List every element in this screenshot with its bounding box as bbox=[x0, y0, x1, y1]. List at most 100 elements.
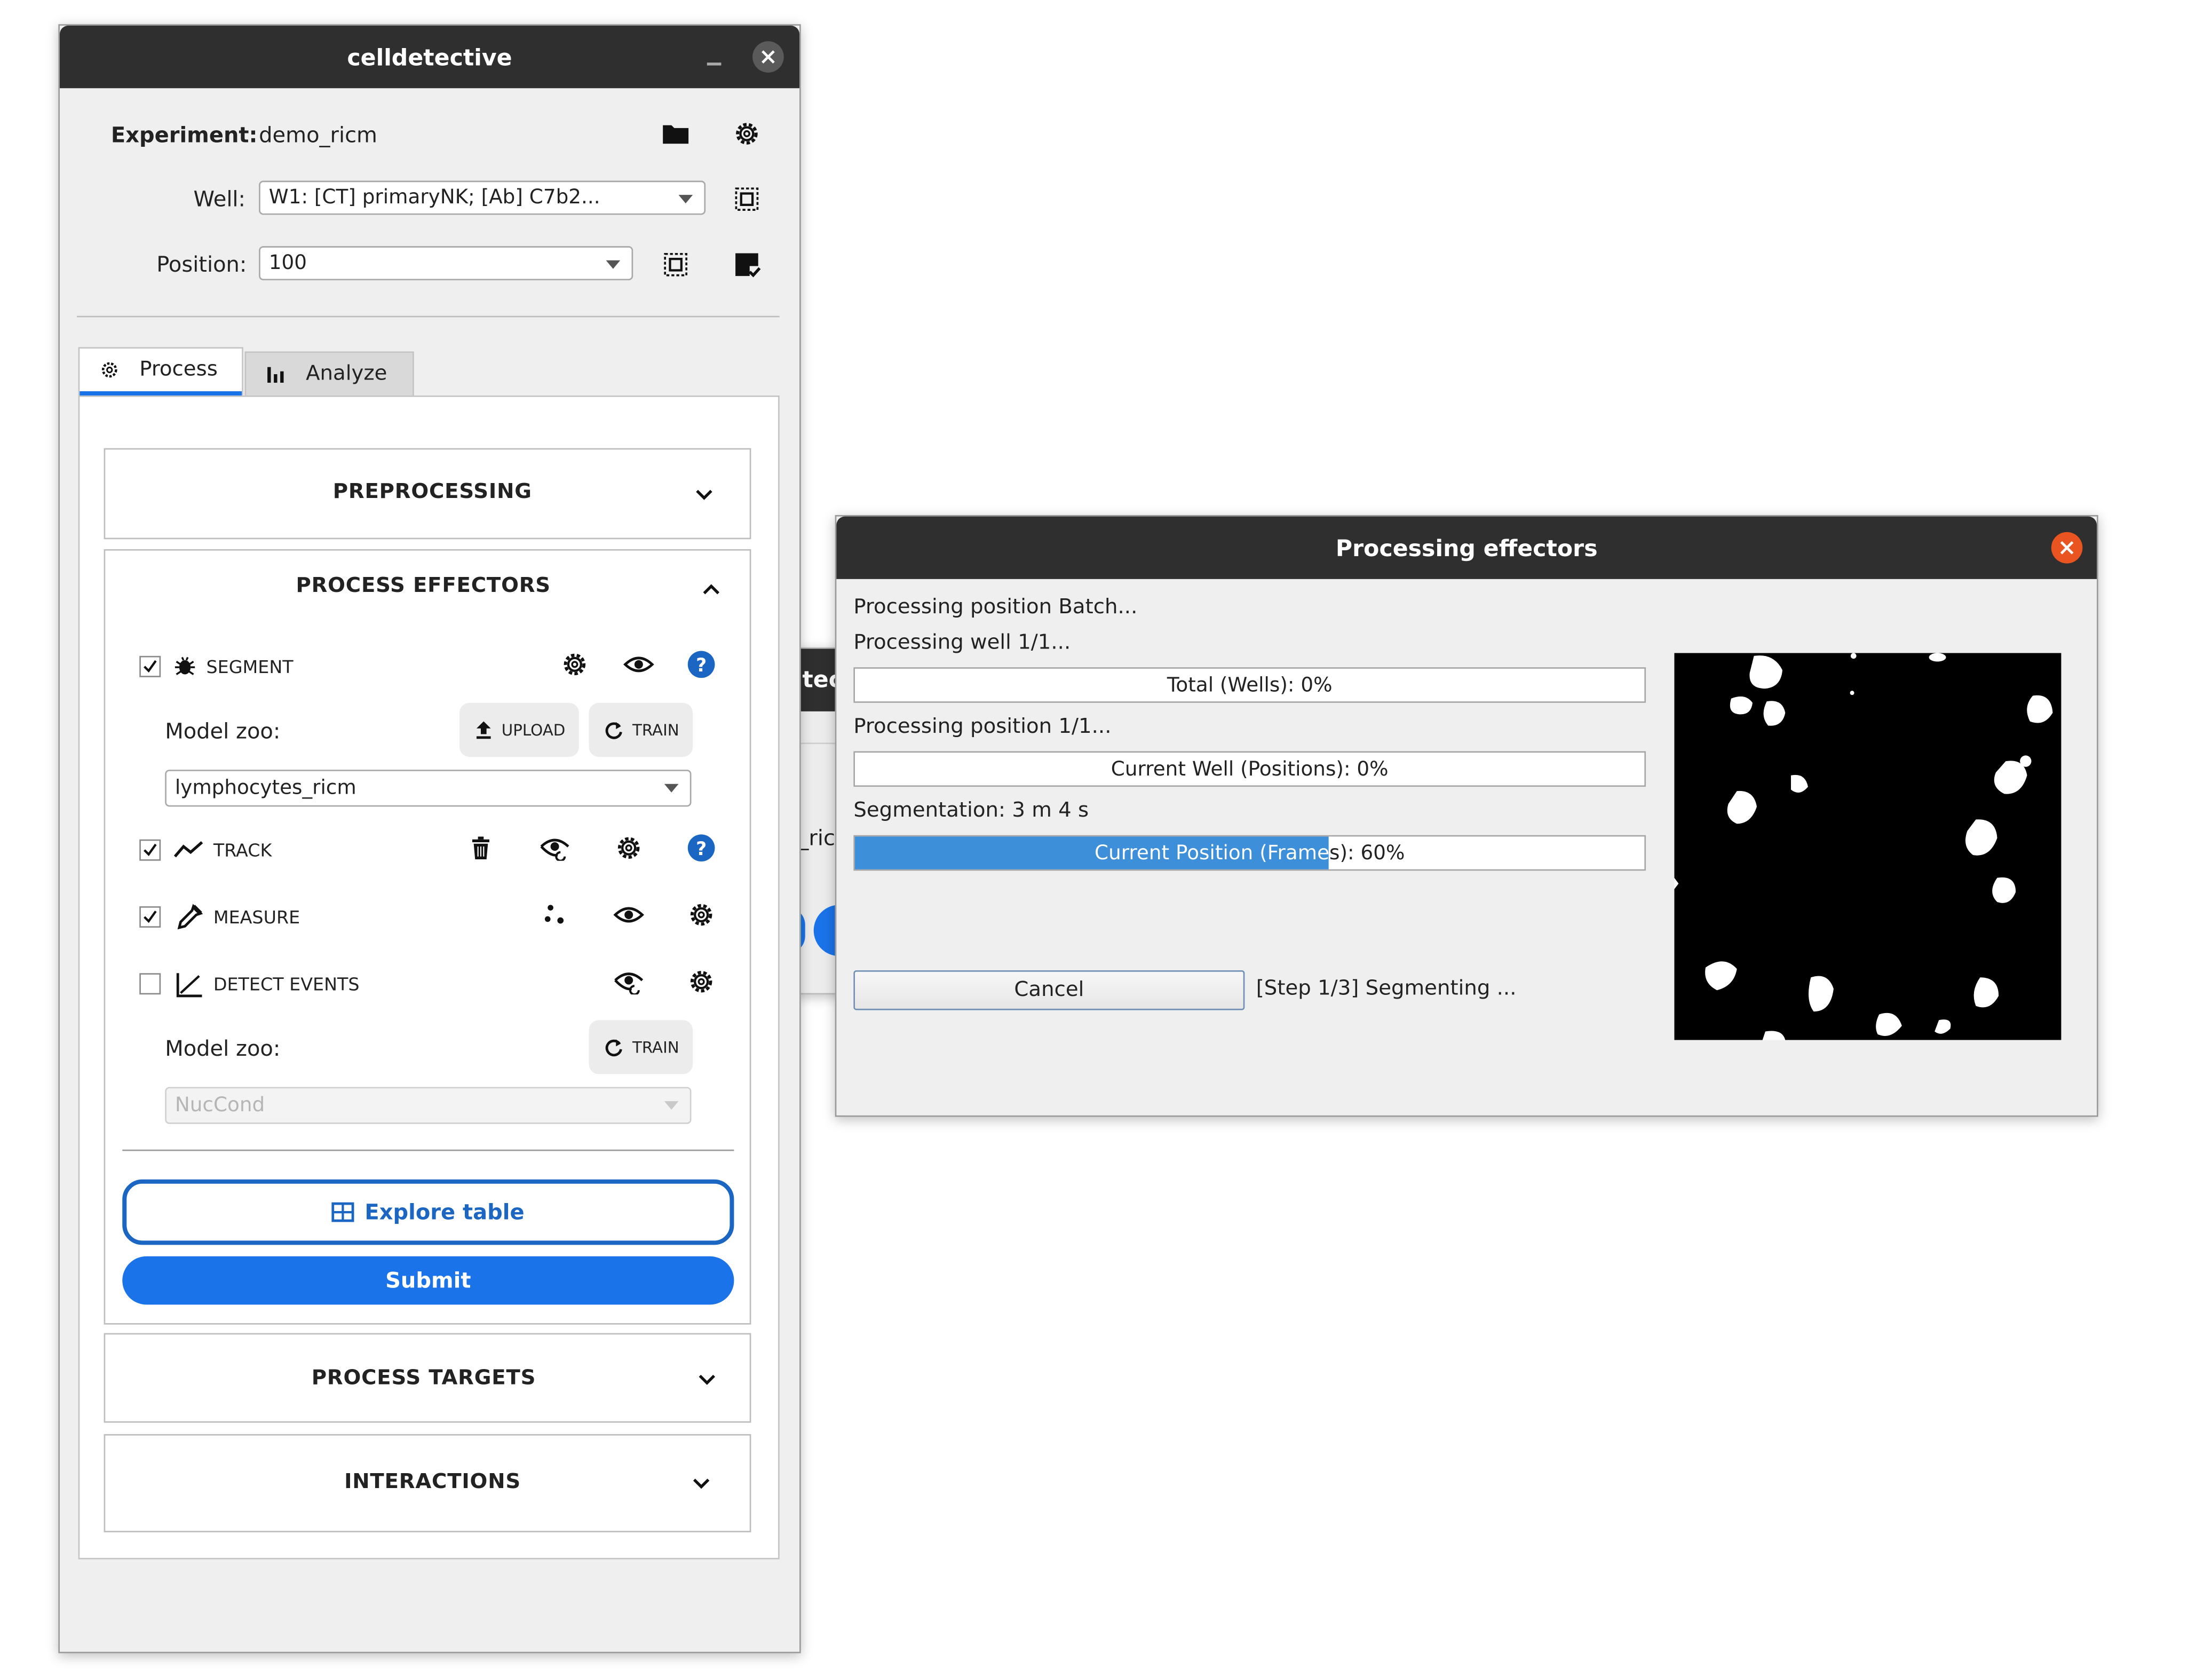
interactions-section[interactable]: INTERACTIONS bbox=[104, 1434, 751, 1532]
bar-chart-icon bbox=[267, 367, 284, 383]
effectors-divider bbox=[122, 1149, 734, 1151]
trash-icon bbox=[472, 836, 489, 859]
interactions-title: INTERACTIONS bbox=[344, 1471, 521, 1494]
chevron-up-icon[interactable] bbox=[701, 582, 721, 596]
detect-events-view-button[interactable] bbox=[611, 963, 647, 1000]
main-window-title: celldetective bbox=[347, 43, 512, 70]
segment-checkbox[interactable] bbox=[139, 655, 161, 677]
process-effectors-title: PROCESS EFFECTORS bbox=[296, 574, 551, 598]
detect-events-settings-button[interactable] bbox=[683, 963, 719, 1000]
close-button[interactable] bbox=[752, 41, 784, 73]
cancel-button[interactable]: Cancel bbox=[853, 970, 1245, 1010]
close-icon bbox=[762, 50, 775, 64]
measure-settings-button[interactable] bbox=[683, 896, 719, 933]
segment-model-zoo-label: Model zoo: bbox=[165, 718, 281, 745]
submit-button[interactable]: Submit bbox=[122, 1256, 734, 1305]
current-well-progress-label: Current Well (Positions): 0% bbox=[1111, 757, 1389, 781]
segment-model-select[interactable]: lymphocytes_ricm bbox=[165, 770, 692, 807]
progress-dialog-titlebar: Processing effectors bbox=[836, 516, 2097, 579]
gear-icon bbox=[101, 362, 117, 378]
open-folder-button[interactable] bbox=[657, 115, 694, 152]
tab-process-label: Process bbox=[139, 358, 218, 382]
current-well-progress: Current Well (Positions): 0% bbox=[853, 751, 1646, 787]
checkmark-icon bbox=[144, 660, 157, 673]
step-status-text: [Step 1/3] Segmenting ... bbox=[1256, 977, 1517, 1000]
track-view-button[interactable] bbox=[536, 829, 573, 866]
well-select-all-button[interactable] bbox=[728, 181, 765, 218]
position-select[interactable]: 100 bbox=[259, 246, 633, 281]
train-events-label: TRAIN bbox=[632, 1038, 679, 1057]
well-select-value: W1: [CT] primaryNK; [Ab] C7b2... bbox=[268, 186, 600, 209]
measure-view-button[interactable] bbox=[611, 896, 647, 933]
gear-icon bbox=[690, 971, 712, 993]
segment-settings-button[interactable] bbox=[556, 646, 593, 683]
process-targets-title: PROCESS TARGETS bbox=[311, 1367, 536, 1390]
tab-analyze-label: Analyze bbox=[306, 362, 387, 386]
tab-analyze[interactable]: Analyze bbox=[244, 351, 414, 397]
segment-label: SEGMENT bbox=[206, 655, 294, 677]
track-help-button[interactable]: ? bbox=[683, 829, 719, 866]
redo-icon bbox=[605, 1038, 622, 1056]
events-model-zoo-label: Model zoo: bbox=[165, 1035, 281, 1062]
main-window-titlebar: celldetective bbox=[59, 25, 800, 89]
cancel-label: Cancel bbox=[1014, 978, 1084, 1002]
close-icon bbox=[2060, 541, 2074, 555]
upload-label: UPLOAD bbox=[501, 721, 566, 739]
experiment-value: demo_ricm bbox=[259, 122, 378, 148]
position-label: Position: bbox=[156, 251, 247, 278]
process-targets-section[interactable]: PROCESS TARGETS bbox=[104, 1333, 751, 1423]
track-settings-button[interactable] bbox=[611, 829, 647, 866]
events-model-select: NucCond bbox=[165, 1087, 692, 1124]
segment-help-button[interactable]: ? bbox=[683, 646, 719, 683]
chevron-down-icon bbox=[606, 260, 621, 269]
train-label: TRAIN bbox=[632, 721, 679, 739]
gear-icon bbox=[736, 123, 758, 145]
chevron-down-icon bbox=[693, 1478, 710, 1489]
well-label: Well: bbox=[193, 186, 246, 212]
eye-refresh-icon bbox=[540, 839, 569, 861]
checkmark-icon bbox=[144, 911, 157, 923]
current-position-progress: Current Position (Frames): 60% bbox=[853, 835, 1646, 871]
scatter-dots-icon bbox=[544, 905, 564, 924]
chevron-down-icon bbox=[699, 1374, 716, 1385]
upload-model-button[interactable]: UPLOAD bbox=[459, 702, 579, 757]
events-model-value: NucCond bbox=[175, 1094, 265, 1117]
gear-icon bbox=[617, 837, 640, 859]
chevron-down-icon bbox=[696, 489, 712, 500]
processing-batch-text: Processing position Batch... bbox=[853, 596, 1138, 619]
trajectory-icon bbox=[173, 841, 203, 858]
measure-checkbox[interactable] bbox=[139, 906, 161, 928]
track-delete-button[interactable] bbox=[462, 829, 499, 866]
preprocessing-section[interactable]: PREPROCESSING bbox=[104, 448, 751, 540]
minimize-icon bbox=[707, 62, 722, 65]
explore-table-button[interactable]: Explore table bbox=[122, 1179, 734, 1245]
current-position-progress-label: Current Position (Frames): 60% bbox=[1095, 841, 1405, 865]
chevron-down-icon bbox=[678, 195, 693, 204]
minimize-button[interactable] bbox=[700, 43, 728, 71]
bug-icon bbox=[175, 656, 195, 675]
tab-process[interactable]: Process bbox=[78, 347, 243, 396]
experiment-settings-button[interactable] bbox=[728, 115, 765, 152]
track-checkbox[interactable] bbox=[139, 839, 161, 861]
position-view-button[interactable] bbox=[728, 246, 765, 283]
tab-active-indicator bbox=[80, 391, 242, 396]
gear-icon bbox=[564, 653, 586, 676]
train-model-button[interactable]: TRAIN bbox=[589, 702, 693, 757]
detect-events-checkbox[interactable] bbox=[139, 973, 161, 995]
detect-events-label: DETECT EVENTS bbox=[213, 973, 360, 995]
segmentation-time-text: Segmentation: 3 m 4 s bbox=[853, 800, 1089, 822]
measure-points-button[interactable] bbox=[536, 896, 573, 933]
segment-view-button[interactable] bbox=[620, 646, 657, 683]
progress-close-button[interactable] bbox=[2051, 532, 2083, 564]
position-select-all-button[interactable] bbox=[657, 246, 694, 283]
train-events-model-button[interactable]: TRAIN bbox=[589, 1020, 693, 1074]
position-select-value: 100 bbox=[268, 251, 307, 275]
svg-text:?: ? bbox=[696, 655, 707, 676]
header-divider bbox=[76, 315, 780, 318]
gear-icon bbox=[690, 904, 712, 926]
line-chart-icon bbox=[176, 973, 202, 998]
redo-icon bbox=[605, 721, 622, 739]
total-wells-progress-label: Total (Wells): 0% bbox=[1167, 674, 1333, 697]
well-select[interactable]: W1: [CT] primaryNK; [Ab] C7b2... bbox=[259, 180, 706, 215]
segment-model-value: lymphocytes_ricm bbox=[175, 777, 356, 800]
